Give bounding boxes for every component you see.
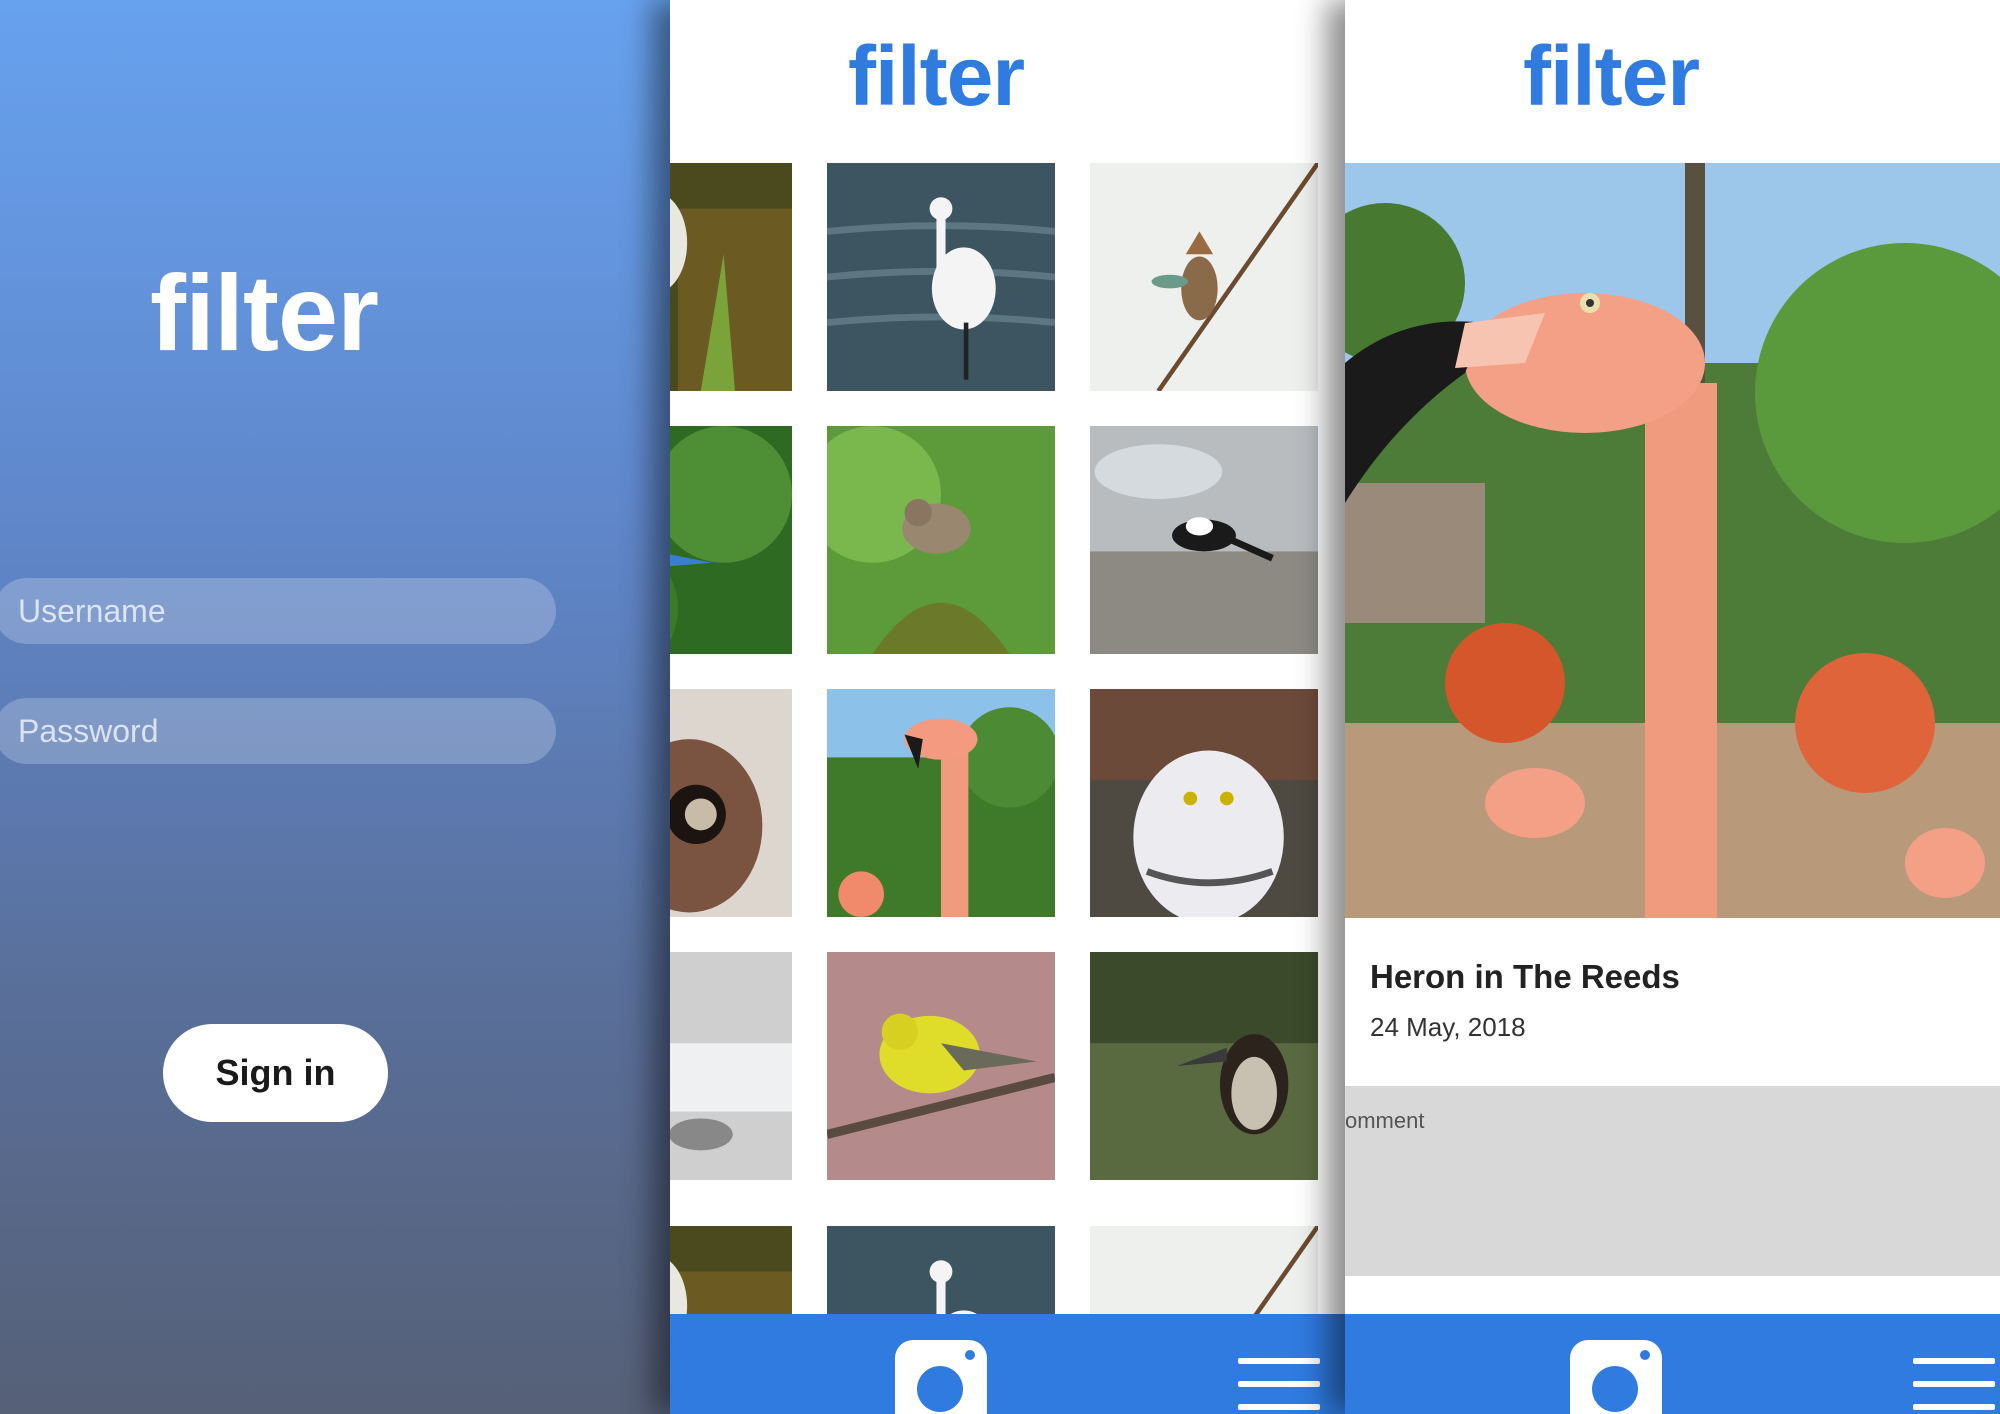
photo-thumbnail[interactable]: [827, 689, 1055, 917]
app-logo: filter: [150, 252, 379, 373]
photo-thumbnail[interactable]: [670, 426, 792, 654]
bottom-tab-bar: [670, 1314, 1345, 1414]
photo-hero-image: [1345, 163, 2000, 918]
comment-input[interactable]: omment: [1345, 1086, 2000, 1276]
sign-in-button[interactable]: Sign in: [163, 1024, 388, 1122]
photo-thumbnail[interactable]: [827, 163, 1055, 391]
photo-thumbnail[interactable]: [670, 163, 792, 391]
app-logo: filter: [848, 29, 1025, 123]
photo-date: 24 May, 2018: [1370, 1012, 1526, 1042]
login-screen: filter Username Password Sign in: [0, 0, 670, 1414]
photo-thumbnail[interactable]: [1090, 689, 1318, 917]
photo-thumbnail[interactable]: [827, 952, 1055, 1180]
photo-thumbnail[interactable]: [1090, 163, 1318, 391]
camera-icon[interactable]: [1570, 1340, 1662, 1414]
photo-title: Heron in The Reeds: [1370, 958, 1680, 995]
hamburger-menu-icon[interactable]: [1238, 1358, 1320, 1414]
photo-grid-screen: filter: [670, 0, 1345, 1414]
camera-icon[interactable]: [895, 1340, 987, 1414]
photo-thumbnail[interactable]: [670, 952, 792, 1180]
photo-detail-screen: filter Heron in The Reeds 24 May, 2018 o…: [1345, 0, 2000, 1414]
password-field[interactable]: Password: [0, 698, 556, 764]
username-field[interactable]: Username: [0, 578, 556, 644]
photo-thumbnail[interactable]: [1090, 952, 1318, 1180]
comment-placeholder: omment: [1345, 1108, 1425, 1133]
bottom-tab-bar: [1345, 1314, 2000, 1414]
photo-thumbnail[interactable]: [827, 426, 1055, 654]
photo-thumbnail[interactable]: [1090, 426, 1318, 654]
photo-thumbnail[interactable]: [670, 689, 792, 917]
app-logo: filter: [1523, 29, 1700, 123]
hamburger-menu-icon[interactable]: [1913, 1358, 1995, 1414]
